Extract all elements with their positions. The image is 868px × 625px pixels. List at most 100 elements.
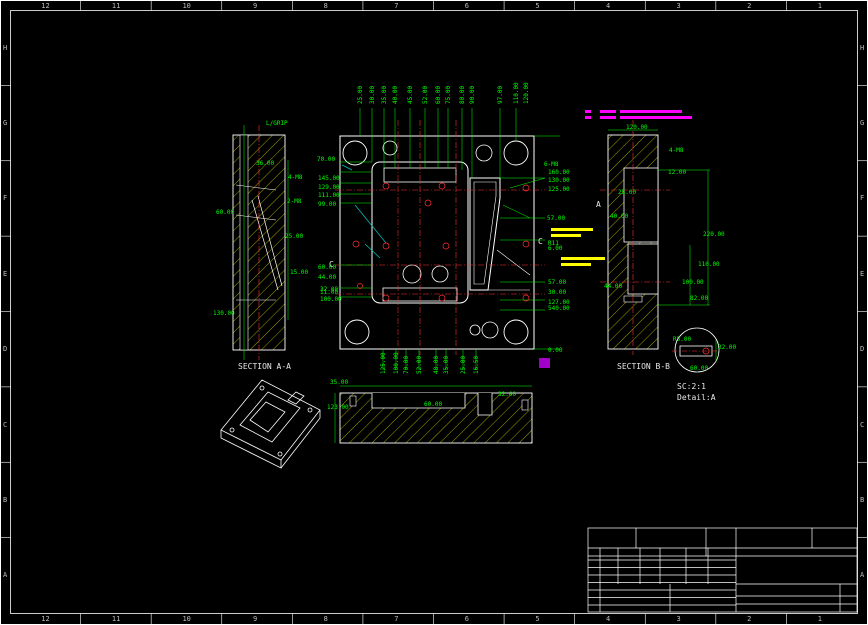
column-number: 1 — [817, 615, 822, 623]
row-letter: B — [860, 495, 865, 504]
row-letter: F — [860, 194, 865, 203]
dimension-text: 25.00 — [460, 355, 467, 374]
dimension-text: 110.00 — [698, 261, 720, 268]
dimension-text: 40.00 — [392, 85, 399, 104]
row-letter: D — [860, 345, 865, 354]
cut-a-label: A — [596, 200, 601, 209]
column-number: 3 — [676, 615, 681, 623]
row-letter: F — [3, 194, 8, 203]
column-number: 5 — [535, 2, 540, 10]
section-aa-label: SECTION A-A — [238, 362, 291, 371]
dimension-text: 25.00 — [285, 233, 304, 240]
row-letter: E — [3, 269, 8, 278]
dimension-text: 125.00 — [548, 186, 570, 193]
row-letter: A — [3, 571, 8, 580]
column-number: 11 — [111, 615, 121, 623]
cad-drawing-sheet — [0, 0, 868, 625]
dimension-text: 129.00 — [318, 184, 340, 191]
dimension-text: L/GRIP — [266, 120, 288, 127]
dimension-text: 52.00 — [422, 85, 429, 104]
dimension-text: 110.00 — [513, 82, 520, 104]
dimension-text: 90.00 — [469, 85, 476, 104]
dimension-text: 36.00 — [256, 160, 275, 167]
cut-c-right-label: C — [538, 237, 543, 246]
drawing-frame — [0, 0, 868, 625]
column-number: 4 — [605, 615, 611, 623]
dimension-text: 57.00 — [547, 215, 566, 222]
dimension-text: 100.00 — [393, 352, 400, 374]
dimension-text: 120.00 — [523, 82, 530, 104]
dimension-text: 15.00 — [290, 269, 309, 276]
detail-name-label: Detail:A — [677, 393, 716, 402]
dimension-text: 60.00 — [424, 401, 443, 408]
column-number: 2 — [747, 615, 752, 623]
dimension-text: 57.00 — [548, 279, 567, 286]
dimension-text: 35.00 — [330, 379, 349, 386]
row-letter: C — [3, 420, 8, 429]
column-number: 9 — [253, 2, 258, 10]
dimension-text: 130.00 — [213, 310, 235, 317]
dimension-text: 60.00 — [690, 365, 709, 372]
dimension-text: 6-M8 — [544, 161, 559, 168]
dimension-text: 48.00 — [433, 355, 440, 374]
dimension-text: 4-M8 — [288, 174, 303, 181]
dimension-text: 6.00 — [548, 245, 563, 252]
dimension-text: 125.00 — [380, 352, 387, 374]
plan-view — [335, 108, 605, 370]
dimension-text: 100.00 — [320, 296, 342, 303]
row-letter: C — [860, 420, 865, 429]
column-number: 5 — [535, 615, 540, 623]
row-letter: H — [860, 43, 865, 52]
dimension-text: 145.00 — [318, 175, 340, 182]
row-letter: D — [3, 345, 8, 354]
dimension-text: 111.00 — [318, 192, 340, 199]
column-number: 10 — [182, 2, 191, 10]
dimension-text: 99.00 — [318, 201, 337, 208]
dimension-text: 60.00 — [435, 85, 442, 104]
dimension-text: R5.00 — [673, 336, 692, 343]
dimension-text: 25.00 — [357, 85, 364, 104]
row-letter: B — [3, 495, 8, 504]
dimension-text: 60.00 — [216, 209, 235, 216]
isometric-view — [220, 379, 321, 469]
section-bb-view — [585, 110, 710, 355]
dimension-text: 75.00 — [445, 85, 452, 104]
dimension-text: 120.00 — [626, 124, 648, 131]
row-letter: G — [860, 119, 865, 128]
dimension-text: 40.00 — [610, 213, 629, 220]
dimension-text: 82.00 — [690, 295, 709, 302]
dimension-text: 160.00 — [548, 169, 570, 176]
column-number: 7 — [394, 2, 399, 10]
column-number: 2 — [747, 2, 752, 10]
dimension-text: 97.00 — [497, 85, 504, 104]
section-bb-label: SECTION B-B — [617, 362, 670, 371]
column-number: 12 — [41, 2, 50, 10]
dimension-text: 130.00 — [548, 177, 570, 184]
dimension-text: 44.00 — [604, 283, 623, 290]
column-number: 8 — [323, 615, 328, 623]
column-number: 8 — [323, 2, 328, 10]
dimension-text: 60.00 — [318, 264, 337, 271]
row-letter: A — [860, 571, 865, 580]
column-number: 4 — [605, 2, 611, 10]
row-letter: G — [3, 119, 8, 128]
dimension-text: 12.00 — [668, 169, 687, 176]
column-number: 9 — [253, 615, 258, 623]
detail-scale-label: SC:2:1 — [677, 382, 706, 391]
dimension-text: 30.00 — [369, 85, 376, 104]
column-number: 10 — [182, 615, 191, 623]
dimension-text: 52.00 — [416, 355, 423, 374]
dimension-text: 44.00 — [318, 274, 337, 281]
column-number: 11 — [111, 2, 121, 10]
dimension-text: 4-M8 — [669, 147, 684, 154]
dimension-text: 100.00 — [682, 279, 704, 286]
column-number: 6 — [464, 2, 469, 10]
dimension-text: 70.00 — [403, 355, 410, 374]
row-letter: E — [860, 269, 865, 278]
row-letter: H — [3, 43, 8, 52]
column-number: 6 — [464, 615, 469, 623]
dimension-text: 32.00 — [498, 391, 517, 398]
dimension-text: 80.00 — [459, 85, 466, 104]
column-number: 12 — [41, 615, 50, 623]
dimension-text: 45.00 — [407, 85, 414, 104]
